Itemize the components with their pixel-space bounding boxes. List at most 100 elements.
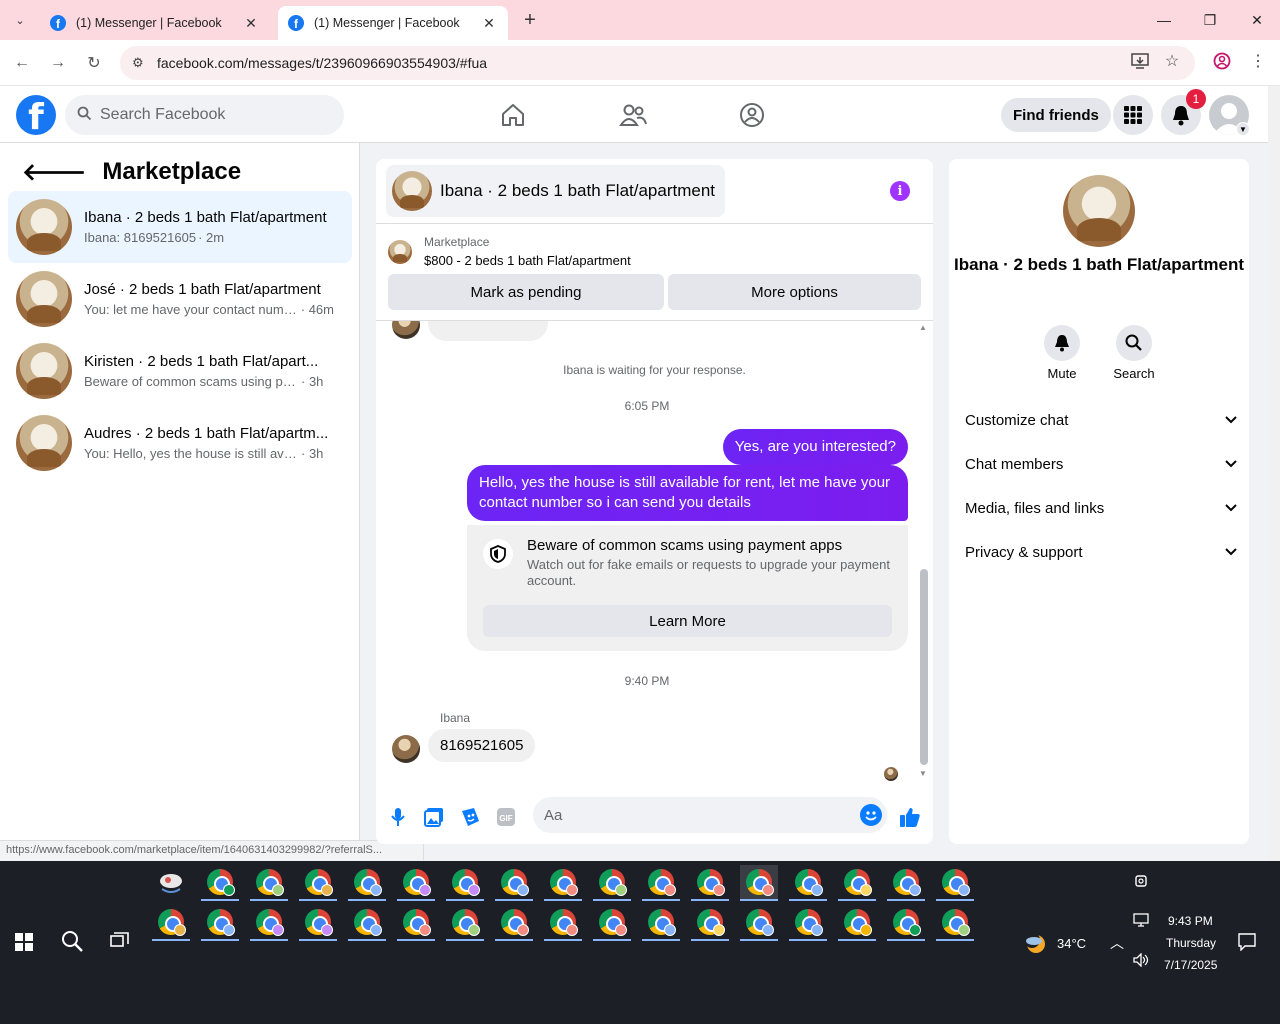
tab-search-dropdown[interactable]: ⌄ xyxy=(8,8,32,32)
volume-icon[interactable] xyxy=(1133,952,1149,970)
chrome-window-icon[interactable] xyxy=(789,865,827,901)
clock-date[interactable]: 7/17/2025 xyxy=(1164,958,1217,972)
meet-now-icon[interactable] xyxy=(1134,873,1150,892)
chevron-down-icon[interactable]: ▼ xyxy=(1236,122,1250,136)
media-files-links-row[interactable]: Media, files and links xyxy=(965,492,1237,524)
chrome-window-icon[interactable] xyxy=(446,905,484,941)
chrome-window-icon[interactable] xyxy=(740,865,778,901)
find-friends-button[interactable]: Find friends xyxy=(1001,98,1111,132)
forward-button[interactable]: → xyxy=(45,50,71,76)
learn-more-button[interactable]: Learn More xyxy=(483,605,892,637)
reload-button[interactable]: ↻ xyxy=(81,50,107,76)
chrome-window-icon[interactable] xyxy=(397,865,435,901)
chrome-window-icon[interactable] xyxy=(299,905,337,941)
network-icon[interactable] xyxy=(1133,913,1149,930)
chrome-window-icon[interactable] xyxy=(740,905,778,941)
url-bar[interactable]: ⚙ facebook.com/messages/t/23960966903554… xyxy=(120,46,1195,80)
scroll-up-icon[interactable]: ▲ xyxy=(919,323,927,332)
more-options-button[interactable]: More options xyxy=(668,274,921,310)
microphone-icon[interactable] xyxy=(386,805,410,829)
browser-menu-icon[interactable]: ⋮ xyxy=(1245,48,1271,74)
bookmark-star-icon[interactable]: ☆ xyxy=(1159,48,1185,74)
groups-icon[interactable] xyxy=(737,100,767,130)
weather-moon-icon[interactable] xyxy=(1024,931,1048,958)
chrome-window-icon[interactable] xyxy=(544,865,582,901)
friends-icon[interactable] xyxy=(618,100,648,130)
site-settings-icon[interactable]: ⚙ xyxy=(132,55,152,71)
chrome-window-icon[interactable] xyxy=(348,865,386,901)
search-icon[interactable] xyxy=(60,929,84,958)
chrome-window-icon[interactable] xyxy=(838,865,876,901)
chrome-window-icon[interactable] xyxy=(642,865,680,901)
chrome-window-icon[interactable] xyxy=(691,865,729,901)
photo-icon[interactable] xyxy=(422,805,446,829)
clock-time[interactable]: 9:43 PM xyxy=(1168,914,1213,928)
browser-tab-1[interactable]: f (1) Messenger | Facebook ✕ xyxy=(40,6,270,40)
sticker-icon[interactable] xyxy=(458,805,482,829)
mark-as-pending-button[interactable]: Mark as pending xyxy=(388,274,664,310)
chrome-window-icon[interactable] xyxy=(299,865,337,901)
restore-button[interactable]: ❐ xyxy=(1187,0,1233,40)
chat-members-row[interactable]: Chat members xyxy=(965,448,1237,480)
clock-day[interactable]: Thursday xyxy=(1166,936,1216,950)
chrome-window-icon[interactable] xyxy=(201,905,239,941)
mute-button[interactable]: Mute xyxy=(1032,325,1092,381)
browser-tab-2[interactable]: f (1) Messenger | Facebook ✕ xyxy=(278,6,508,40)
close-window-button[interactable]: ✕ xyxy=(1234,0,1280,40)
scroll-down-icon[interactable]: ▼ xyxy=(919,769,927,778)
pinned-app-icon[interactable] xyxy=(152,865,190,901)
conversation-item[interactable]: José · 2 beds 1 bath Flat/apartment You:… xyxy=(8,263,352,335)
chrome-window-icon[interactable] xyxy=(887,865,925,901)
new-tab-button[interactable]: + xyxy=(518,8,542,32)
close-icon[interactable]: ✕ xyxy=(480,15,498,32)
chrome-window-icon[interactable] xyxy=(838,905,876,941)
customize-chat-row[interactable]: Customize chat xyxy=(965,404,1237,436)
page-scrollbar[interactable] xyxy=(1268,86,1280,861)
conversation-item[interactable]: Ibana · 2 beds 1 bath Flat/apartment Iba… xyxy=(8,191,352,263)
weather-temp[interactable]: 34°C xyxy=(1057,936,1086,951)
scrollbar-thumb[interactable] xyxy=(920,569,928,765)
message-input[interactable]: Aa xyxy=(533,797,887,833)
emoji-icon[interactable] xyxy=(860,804,882,826)
facebook-logo-icon[interactable]: f xyxy=(16,95,56,135)
search-button[interactable]: Search xyxy=(1104,325,1164,381)
thumbs-up-icon[interactable] xyxy=(898,805,922,829)
chrome-window-icon[interactable] xyxy=(593,865,631,901)
chrome-window-icon[interactable] xyxy=(495,905,533,941)
chrome-window-icon[interactable] xyxy=(446,865,484,901)
privacy-support-row[interactable]: Privacy & support xyxy=(965,536,1237,568)
chrome-window-icon[interactable] xyxy=(152,905,190,941)
chrome-window-icon[interactable] xyxy=(789,905,827,941)
marketplace-listing-row[interactable]: Marketplace $800 - 2 beds 1 bath Flat/ap… xyxy=(388,235,631,268)
info-icon[interactable]: i xyxy=(890,181,910,201)
chrome-window-icon[interactable] xyxy=(593,905,631,941)
back-arrow-icon[interactable]: 🡐 xyxy=(22,157,86,187)
chrome-window-icon[interactable] xyxy=(201,865,239,901)
chrome-window-icon[interactable] xyxy=(544,905,582,941)
chrome-window-icon[interactable] xyxy=(348,905,386,941)
windows-start-icon[interactable] xyxy=(15,933,33,951)
chrome-window-icon[interactable] xyxy=(936,905,974,941)
home-icon[interactable] xyxy=(498,100,528,130)
chrome-window-icon[interactable] xyxy=(250,905,288,941)
chrome-window-icon[interactable] xyxy=(250,865,288,901)
install-app-icon[interactable] xyxy=(1127,48,1153,74)
conversation-item[interactable]: Audres · 2 beds 1 bath Flat/apartm... Yo… xyxy=(8,407,352,479)
chrome-window-icon[interactable] xyxy=(887,905,925,941)
task-view-icon[interactable] xyxy=(110,932,130,955)
chat-header-button[interactable]: Ibana · 2 beds 1 bath Flat/apartment xyxy=(386,165,725,217)
profile-icon[interactable] xyxy=(1209,48,1235,74)
notification-center-icon[interactable] xyxy=(1238,933,1256,954)
chevron-up-icon[interactable]: ︿ xyxy=(1110,933,1124,953)
chrome-window-icon[interactable] xyxy=(397,905,435,941)
chrome-window-icon[interactable] xyxy=(936,865,974,901)
menu-grid-icon[interactable] xyxy=(1113,95,1153,135)
chrome-window-icon[interactable] xyxy=(495,865,533,901)
conversation-item[interactable]: Kiristen · 2 beds 1 bath Flat/apart... B… xyxy=(8,335,352,407)
search-input[interactable]: Search Facebook xyxy=(65,95,344,135)
minimize-button[interactable]: — xyxy=(1141,0,1187,40)
chrome-window-icon[interactable] xyxy=(691,905,729,941)
gif-icon[interactable]: GIF xyxy=(494,805,518,829)
close-icon[interactable]: ✕ xyxy=(242,15,260,32)
chrome-window-icon[interactable] xyxy=(642,905,680,941)
